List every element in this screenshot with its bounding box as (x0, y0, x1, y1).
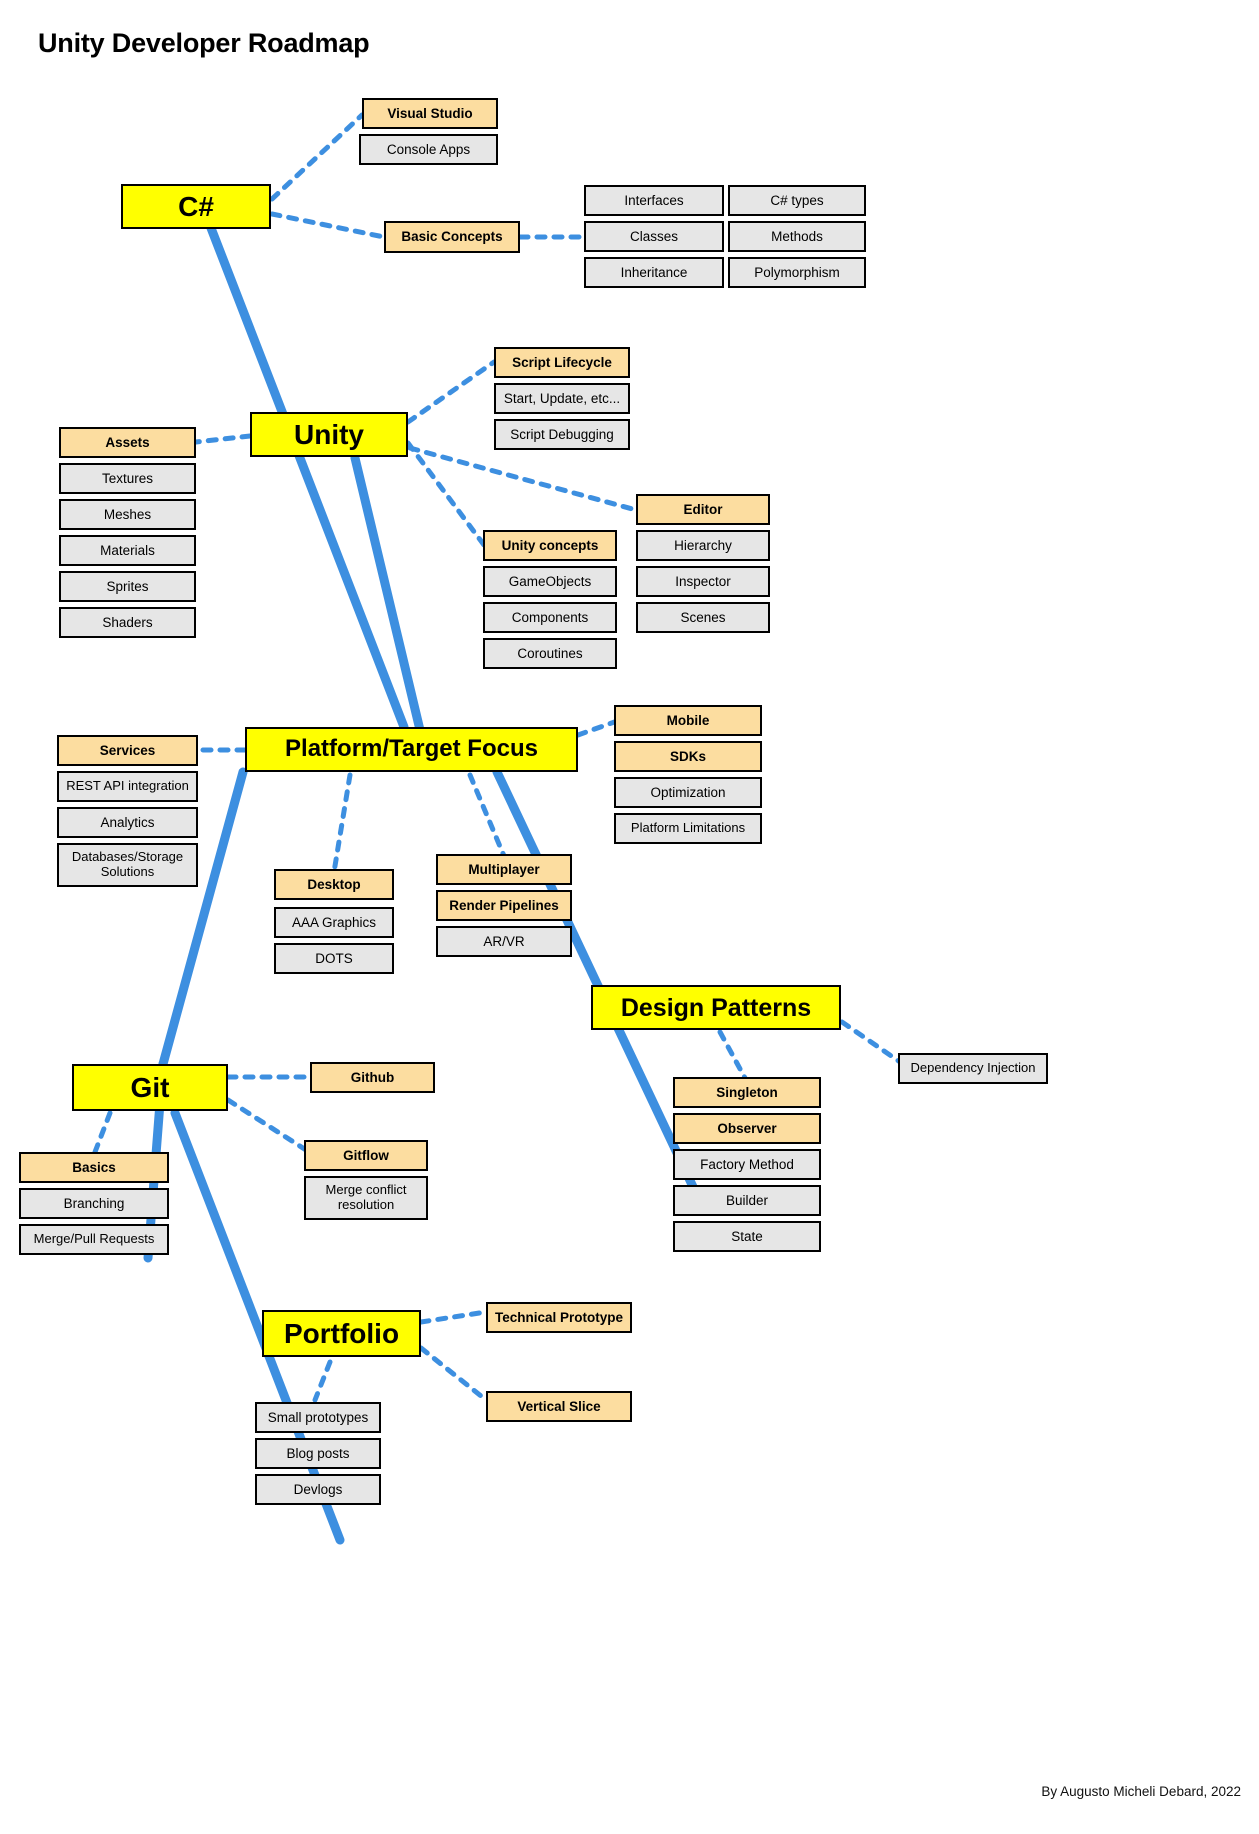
node-optimization[interactable]: Optimization (614, 777, 762, 808)
node-render-pipelines[interactable]: Render Pipelines (436, 890, 572, 921)
node-desktop[interactable]: Desktop (274, 869, 394, 900)
node-script-lifecycle[interactable]: Script Lifecycle (494, 347, 630, 378)
node-unity-concepts[interactable]: Unity concepts (483, 530, 617, 561)
node-methods[interactable]: Methods (728, 221, 866, 252)
node-script-debugging[interactable]: Script Debugging (494, 419, 630, 450)
wire-platform-desktop (331, 772, 353, 875)
wire-platform-multiplayer (467, 772, 507, 859)
node-branching[interactable]: Branching (19, 1188, 169, 1219)
node-services[interactable]: Services (57, 735, 198, 766)
node-textures[interactable]: Textures (59, 463, 196, 494)
node-aaa-graphics[interactable]: AAA Graphics (274, 907, 394, 938)
node-state[interactable]: State (673, 1221, 821, 1252)
wire-csharp-visualstudio (269, 112, 365, 202)
node-databases-storage[interactable]: Databases/Storage Solutions (57, 843, 198, 887)
node-unity[interactable]: Unity (250, 412, 408, 457)
node-scenes[interactable]: Scenes (636, 602, 770, 633)
node-builder[interactable]: Builder (673, 1185, 821, 1216)
node-blog-posts[interactable]: Blog posts (255, 1438, 381, 1469)
node-classes[interactable]: Classes (584, 221, 724, 252)
wire-git-gitflow (225, 1097, 309, 1153)
node-portfolio[interactable]: Portfolio (262, 1310, 421, 1357)
node-arvr[interactable]: AR/VR (436, 926, 572, 957)
wire-csharp-basicconcepts (269, 211, 387, 240)
node-github[interactable]: Github (310, 1062, 435, 1093)
node-csharp[interactable]: C# (121, 184, 271, 229)
node-basics[interactable]: Basics (19, 1152, 169, 1183)
node-sprites[interactable]: Sprites (59, 571, 196, 602)
node-polymorphism[interactable]: Polymorphism (728, 257, 866, 288)
wire-portfolio-smallprototypes (312, 1359, 333, 1403)
node-gitflow[interactable]: Gitflow (304, 1140, 428, 1171)
page-title: Unity Developer Roadmap (38, 28, 370, 58)
node-assets[interactable]: Assets (59, 427, 196, 458)
wire-unity-scriptlifecycle (405, 359, 497, 425)
node-editor[interactable]: Editor (636, 494, 770, 525)
node-rest-api[interactable]: REST API integration (57, 771, 198, 802)
wire-design-dependencyinjection (839, 1019, 903, 1065)
node-multiplayer[interactable]: Multiplayer (436, 854, 572, 885)
node-materials[interactable]: Materials (59, 535, 196, 566)
wire-portfolio-verticalslice (418, 1345, 489, 1403)
node-design-patterns[interactable]: Design Patterns (591, 985, 841, 1030)
node-analytics[interactable]: Analytics (57, 807, 198, 838)
node-sdks[interactable]: SDKs (614, 741, 762, 772)
node-basic-concepts[interactable]: Basic Concepts (384, 221, 520, 253)
node-start-update[interactable]: Start, Update, etc... (494, 383, 630, 414)
node-console-apps[interactable]: Console Apps (359, 134, 498, 165)
node-git[interactable]: Git (72, 1064, 228, 1111)
node-mobile[interactable]: Mobile (614, 705, 762, 736)
wire-unity-editor (407, 445, 639, 513)
node-inheritance[interactable]: Inheritance (584, 257, 724, 288)
node-platform-limitations[interactable]: Platform Limitations (614, 813, 762, 844)
node-meshes[interactable]: Meshes (59, 499, 196, 530)
roadmap-canvas: Unity Developer Roadmap C# Visual Studio… (0, 0, 1259, 1834)
node-merge-pull-requests[interactable]: Merge/Pull Requests (19, 1224, 169, 1255)
node-visual-studio[interactable]: Visual Studio (362, 98, 498, 129)
node-dependency-injection[interactable]: Dependency Injection (898, 1053, 1048, 1084)
node-components[interactable]: Components (483, 602, 617, 633)
node-shaders[interactable]: Shaders (59, 607, 196, 638)
node-vertical-slice[interactable]: Vertical Slice (486, 1391, 632, 1422)
wire-unity-unityconcepts (405, 440, 487, 548)
node-small-prototypes[interactable]: Small prototypes (255, 1402, 381, 1433)
node-devlogs[interactable]: Devlogs (255, 1474, 381, 1505)
node-technical-prototype[interactable]: Technical Prototype (486, 1302, 632, 1333)
node-coroutines[interactable]: Coroutines (483, 638, 617, 669)
node-singleton[interactable]: Singleton (673, 1077, 821, 1108)
node-interfaces[interactable]: Interfaces (584, 185, 724, 216)
wire-git-basics (92, 1110, 113, 1155)
spine-csharp-unity (206, 223, 409, 732)
node-observer[interactable]: Observer (673, 1113, 821, 1144)
wire-portfolio-technicalprototype (418, 1309, 489, 1325)
node-hierarchy[interactable]: Hierarchy (636, 530, 770, 561)
spine-unity-platform (350, 453, 425, 735)
node-csharp-types[interactable]: C# types (728, 185, 866, 216)
node-gameobjects[interactable]: GameObjects (483, 566, 617, 597)
credit-text: By Augusto Micheli Debard, 2022 (1041, 1784, 1241, 1799)
node-factory-method[interactable]: Factory Method (673, 1149, 821, 1180)
node-platform-focus[interactable]: Platform/Target Focus (245, 727, 578, 772)
node-inspector[interactable]: Inspector (636, 566, 770, 597)
wire-unity-assets (193, 433, 253, 445)
node-dots[interactable]: DOTS (274, 943, 394, 974)
wire-design-singleton (717, 1029, 748, 1081)
node-merge-conflict[interactable]: Merge conflict resolution (304, 1176, 428, 1220)
